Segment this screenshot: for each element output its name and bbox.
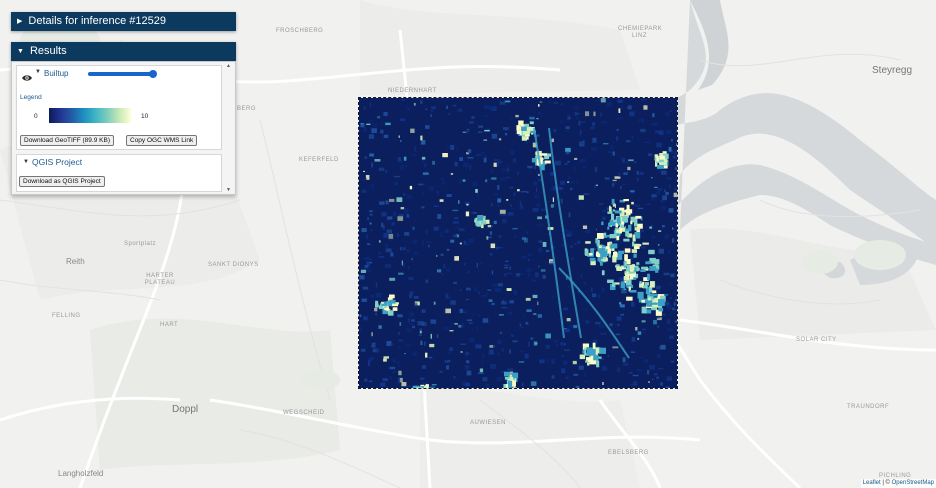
map-label-sankt-dionys: SANKT DIONYS	[208, 262, 259, 268]
opacity-slider-handle[interactable]	[149, 70, 157, 78]
legend-min: 0	[34, 113, 38, 120]
scroll-down-icon[interactable]: ▼	[226, 187, 231, 193]
map-label-doppl: Doppl	[172, 404, 199, 415]
results-scrollbar[interactable]: ▲ ▼	[224, 63, 234, 193]
map-attribution: Leaflet | © OpenStreetMap	[860, 479, 936, 488]
layer-name: Builtup	[44, 69, 69, 78]
leaflet-link[interactable]: Leaflet	[863, 480, 881, 486]
collapse-right-icon: ▶	[17, 18, 23, 25]
qgis-project-card: ▼ QGIS Project Download as QGIS Project	[16, 154, 222, 192]
results-panel-title: Results	[29, 45, 67, 57]
map-label-ebelsberg: EBELSBERG	[608, 450, 649, 456]
map-label-solar-city: SOLAR CITY	[796, 337, 837, 343]
scroll-up-icon[interactable]: ▲	[226, 63, 231, 69]
map-label-chemiepark: CHEMIEPARK	[618, 26, 663, 32]
download-geotiff-button[interactable]: Download GeoTIFF (89.9 KB)	[20, 135, 114, 146]
download-qgis-button[interactable]: Download as QGIS Project	[19, 176, 105, 187]
map-label-harter-plateau: HARTER PLATEAU	[144, 273, 176, 286]
details-panel-title: Details for inference #12529	[28, 15, 166, 27]
attribution-separator: | ©	[880, 480, 892, 486]
map-label-reith: Reith	[66, 257, 85, 266]
legend-label: Legend	[20, 94, 42, 101]
map-label-steyregg: Steyregg	[872, 65, 913, 76]
osm-link[interactable]: OpenStreetMap	[892, 480, 934, 486]
layer-card-builtup: ▼ Builtup Legend 0 10 Download GeoTIFF (…	[16, 65, 222, 150]
results-panel-header[interactable]: ▼ Results	[11, 42, 236, 61]
builtup-raster-overlay	[358, 97, 678, 389]
map-label-niedernhart: NIEDERNHART	[388, 88, 437, 94]
opacity-slider[interactable]	[88, 70, 157, 78]
legend-max: 10	[141, 113, 149, 120]
map-label-langholzfeld: Langholzfeld	[58, 469, 104, 478]
results-panel-body: ▼ Builtup Legend 0 10 Download GeoTIFF (…	[11, 61, 236, 195]
layer-toggle-icon[interactable]: ▼	[35, 69, 41, 75]
map-label-berg: BERG	[237, 106, 257, 112]
eye-icon[interactable]	[22, 69, 32, 81]
map-label-keferfeld: KEFERFELD	[299, 157, 339, 163]
map-label-linz: LINZ	[632, 33, 648, 39]
map-label-wegscheid: WEGSCHEID	[283, 410, 325, 416]
map-label-froschberg: FROSCHBERG	[276, 28, 324, 34]
map-label-sportplatz: Sportplatz	[124, 241, 157, 247]
details-panel-header[interactable]: ▶ Details for inference #12529	[11, 12, 236, 31]
map-label-felling: FELLING	[52, 313, 81, 319]
map-label-auwiesen: AUWIESEN	[470, 420, 507, 426]
legend-color-ramp	[49, 108, 131, 123]
expand-down-icon: ▼	[17, 48, 24, 55]
map-label-traundorf: TRAUNDORF	[847, 404, 890, 410]
map-label-hart: HART	[160, 322, 179, 328]
raster-image	[359, 98, 677, 388]
qgis-title: QGIS Project	[32, 157, 83, 167]
copy-wms-link-button[interactable]: Copy OGC WMS Link	[126, 135, 198, 146]
qgis-toggle-icon[interactable]: ▼	[23, 159, 29, 165]
